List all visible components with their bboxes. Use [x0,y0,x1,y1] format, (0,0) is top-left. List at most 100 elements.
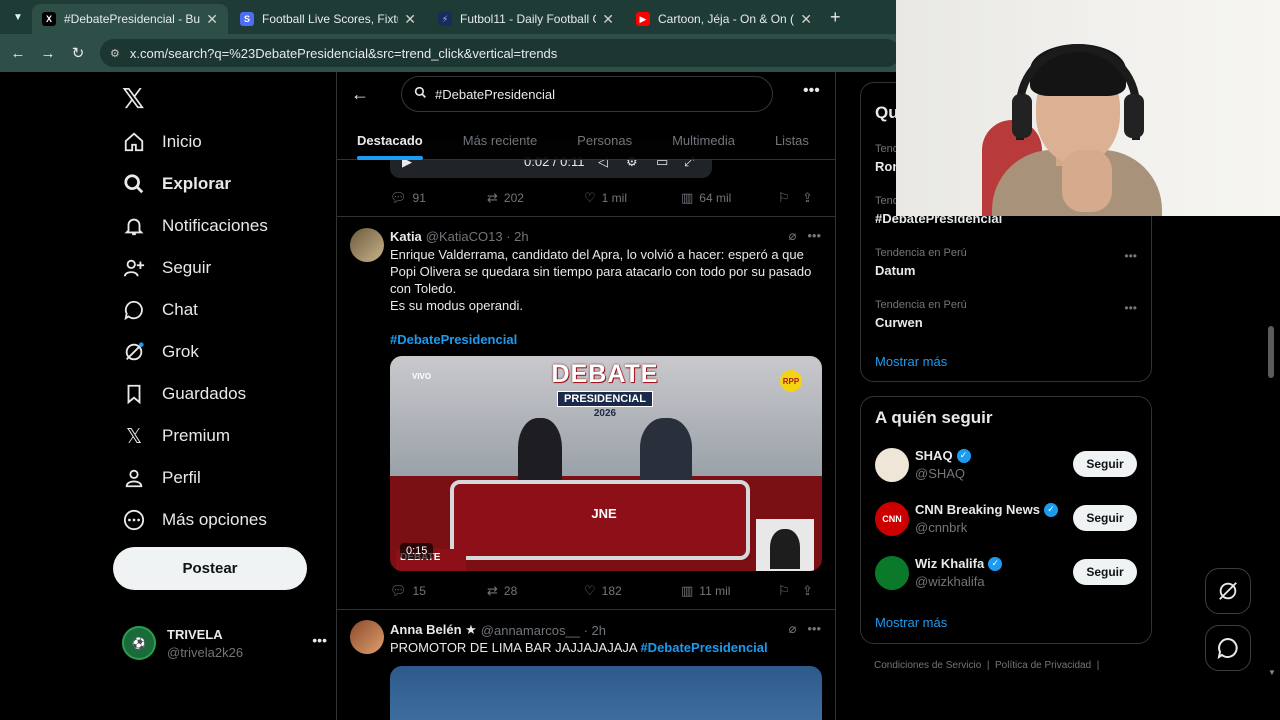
author-name[interactable]: Katia [390,229,422,244]
search-input[interactable]: #DebatePresidencial [401,76,773,112]
nav-item-notificaciones[interactable]: Notificaciones [122,211,268,241]
reply-button[interactable]: 💬︎ 91 [390,190,487,206]
browser-tab-x-search[interactable]: X #DebatePresidencial - Buscar / ✕ [32,4,228,34]
share-button[interactable]: ⇪ [802,583,822,599]
nav-label: Explorar [162,174,231,193]
follow-name[interactable]: CNN Breaking News ✓ [915,502,1058,517]
nav-item-premium[interactable]: 𝕏 Premium [122,421,230,451]
hashtag-link[interactable]: #DebatePresidencial [390,331,822,348]
avatar[interactable]: CNN [875,502,909,536]
privacy-link[interactable]: Política de Privacidad [995,660,1091,671]
close-icon[interactable]: ✕ [602,11,614,28]
author-handle[interactable]: @annamarcos__ · 2h [481,623,606,638]
more-dots-icon[interactable]: ••• [312,632,327,648]
nav-item-grok[interactable]: Grok [122,337,199,367]
avatar[interactable] [350,228,384,262]
browser-tab-futbol11[interactable]: ⚡ Futbol11 - Daily Football Game ✕ [428,4,624,34]
tweet-line: PROMOTOR DE LIMA BAR JAJJAJAJAJA [390,640,637,655]
new-tab-plus-icon[interactable]: + [830,7,841,28]
tweet-line: Es su modus operandi. [390,298,523,313]
follow-button[interactable]: Seguir [1073,505,1137,531]
x-logo-icon[interactable]: 𝕏 [122,82,145,115]
trend-name[interactable]: Datum [875,263,915,278]
follow-name[interactable]: SHAQ ✓ [915,448,971,463]
like-button[interactable]: ♡ 1 mil [584,190,681,206]
tab-destacado[interactable]: Destacado [337,120,443,160]
tab-mas-reciente[interactable]: Más reciente [443,120,557,160]
bookmark-icon: ⚐ [778,583,790,598]
nav-item-perfil[interactable]: Perfil [122,463,201,493]
close-icon[interactable]: ✕ [206,11,218,28]
post-button[interactable]: Postear [113,547,307,590]
tab-search-button[interactable]: ▼ [8,7,28,27]
avatar[interactable] [350,620,384,654]
site-info-icon[interactable]: ⚙ [110,47,120,60]
scrollbar-thumb[interactable] [1268,326,1274,378]
nav-item-explorar[interactable]: Explorar [122,169,231,199]
nav-item-inicio[interactable]: Inicio [122,127,202,157]
url-field[interactable]: ⚙ x.com/search?q=%23DebatePresidencial&s… [100,39,900,67]
share-icon: ⇪ [802,190,813,205]
messages-floating-button[interactable] [1205,625,1251,671]
bookmark-button[interactable]: ⚐ [778,583,802,599]
nav-item-mas-opciones[interactable]: Más opciones [122,505,267,535]
terms-link[interactable]: Condiciones de Servicio [874,660,981,671]
follow-button[interactable]: Seguir [1073,559,1137,585]
divider [337,216,835,217]
image-media[interactable] [390,666,822,720]
headphone-cup-left [1012,94,1032,138]
repost-button[interactable]: ⇄ 28 [487,583,584,599]
trend-name[interactable]: Curwen [875,315,923,330]
nav-item-seguir[interactable]: Seguir [122,253,211,283]
nav-item-chat[interactable]: Chat [122,295,198,325]
nav-item-guardados[interactable]: Guardados [122,379,246,409]
account-switcher[interactable]: ⚽ TRIVELA @trivela2k26 ••• [122,624,327,664]
tab-multimedia[interactable]: Multimedia [652,120,755,160]
more-dots-icon[interactable]: ••• [1124,249,1137,263]
more-dots-icon[interactable]: ••• [1124,301,1137,315]
repost-button[interactable]: ⇄ 202 [487,190,584,206]
follow-button[interactable]: Seguir [1073,451,1137,477]
video-media[interactable]: VIVO DEBATE PRESIDENCIAL 2026 RPP JNE DE… [390,356,822,571]
x-icon: 𝕏 [125,425,143,448]
reload-icon[interactable]: ↻ [68,43,88,63]
close-icon[interactable]: ✕ [404,11,416,28]
author-handle[interactable]: @KatiaCO13 · 2h [426,229,529,244]
more-dots-icon[interactable]: ••• [807,228,821,243]
tab-listas[interactable]: Listas [755,120,829,160]
footer-links: Condiciones de Servicio | Política de Pr… [874,660,1099,671]
back-arrow-icon[interactable]: ← [8,43,28,63]
back-arrow-icon[interactable]: ← [351,84,369,105]
reply-button[interactable]: 💬︎ 15 [390,583,487,599]
more-dots-icon[interactable]: ••• [803,82,820,100]
forward-arrow-icon[interactable]: → [38,43,58,63]
share-button[interactable]: ⇪ [802,190,822,206]
tweet-menu: ⌀ ••• [789,621,821,637]
hashtag-link[interactable]: #DebatePresidencial [640,640,767,655]
views-button[interactable]: ▥ 11 mil [681,583,778,599]
browser-tab-youtube[interactable]: ▶ Cartoon, Jéja - On & On (feat. D ✕ [626,4,822,34]
nav-label: Seguir [162,258,212,277]
more-circle-icon [122,508,146,532]
tweet-header: Anna Belén ★ @annamarcos__ · 2h [390,622,606,638]
bookmark-button[interactable]: ⚐ [778,190,802,206]
search-header: ← #DebatePresidencial ••• Destacado Más … [337,72,835,160]
avatar[interactable] [875,448,909,482]
tab-personas[interactable]: Personas [557,120,652,160]
grok-icon[interactable]: ⌀ [789,621,797,636]
who-to-follow-card: A quién seguir SHAQ ✓ @SHAQ Seguir CNN CN… [860,396,1152,644]
avatar[interactable] [875,556,909,590]
show-more-link[interactable]: Mostrar más [875,615,947,630]
more-dots-icon[interactable]: ••• [807,621,821,636]
browser-tab-football-scores[interactable]: S Football Live Scores, Fixtures & ✕ [230,4,426,34]
author-name[interactable]: Anna Belén ★ [390,622,477,638]
show-more-link[interactable]: Mostrar más [875,354,947,369]
grok-floating-button[interactable] [1205,568,1251,614]
grok-icon[interactable]: ⌀ [789,228,797,243]
divider [337,609,835,610]
scroll-down-icon[interactable]: ▼ [1268,668,1276,677]
close-icon[interactable]: ✕ [800,11,812,28]
views-button[interactable]: ▥ 64 mil [681,190,778,206]
follow-name[interactable]: Wiz Khalifa ✓ [915,556,1003,571]
like-button[interactable]: ♡ 182 [584,583,681,599]
